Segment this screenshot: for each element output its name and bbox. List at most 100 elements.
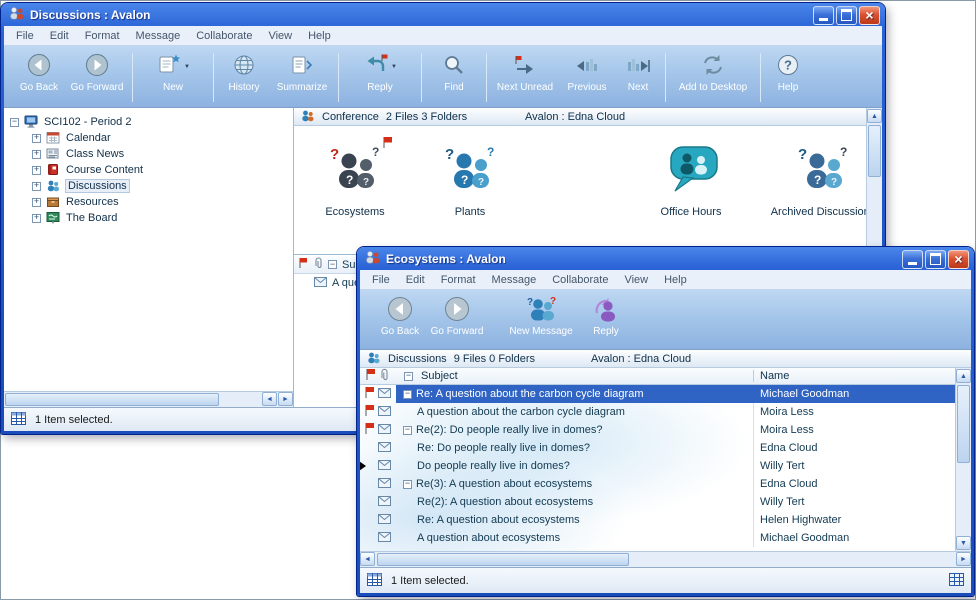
- expand-icon[interactable]: [32, 182, 41, 191]
- grid-view-icon[interactable]: [11, 412, 26, 428]
- titlebar[interactable]: Discussions : Avalon: [4, 3, 882, 26]
- tree-item-resources[interactable]: Resources: [4, 194, 293, 210]
- scroll-left-arrow[interactable]: ◄: [360, 552, 375, 566]
- scroll-right-arrow[interactable]: ►: [278, 392, 293, 406]
- menu-edit[interactable]: Edit: [398, 271, 433, 289]
- expand-icon[interactable]: [32, 214, 41, 223]
- scrollbar-thumb[interactable]: [5, 393, 219, 406]
- go-back-button[interactable]: Go Back: [12, 50, 66, 105]
- new-message-button[interactable]: ?? New Message: [502, 294, 580, 347]
- name-column-header[interactable]: Name: [753, 370, 955, 382]
- conference-item-plants[interactable]: ???? Plants: [418, 144, 522, 218]
- menu-format[interactable]: Format: [77, 27, 128, 45]
- list-vertical-scrollbar[interactable]: ▲ ▼: [955, 368, 971, 551]
- message-row[interactable]: A question about ecosystems Michael Good…: [360, 529, 955, 547]
- collapse-thread-icon[interactable]: [403, 480, 412, 489]
- scrollbar-thumb[interactable]: [957, 385, 970, 463]
- close-button[interactable]: [859, 6, 880, 25]
- tree-horizontal-scrollbar[interactable]: ◄ ►: [4, 391, 293, 407]
- menu-view[interactable]: View: [260, 27, 300, 45]
- subject-column-header[interactable]: Subject: [421, 370, 458, 382]
- minimize-button[interactable]: [902, 250, 923, 269]
- history-button[interactable]: History: [218, 50, 270, 105]
- scroll-up-arrow[interactable]: ▲: [867, 109, 882, 123]
- message-icon: [378, 388, 391, 401]
- tree-item-discussions[interactable]: Discussions: [4, 178, 293, 194]
- tree-item-calendar[interactable]: Calendar: [4, 130, 293, 146]
- menu-help[interactable]: Help: [300, 27, 339, 45]
- conference-item-ecosystems[interactable]: ???? Ecosystems: [303, 144, 407, 218]
- scroll-right-arrow[interactable]: ►: [956, 552, 971, 566]
- conference-icon-area: ???? Ecosystems ???? Plants Office Hours…: [294, 126, 866, 254]
- menu-help[interactable]: Help: [656, 271, 695, 289]
- new-button[interactable]: New: [137, 50, 209, 105]
- layout-view-icon[interactable]: [949, 573, 964, 589]
- scroll-up-arrow[interactable]: ▲: [956, 369, 971, 383]
- message-author: Helen Highwater: [753, 511, 955, 529]
- collapse-all-icon[interactable]: [328, 260, 337, 269]
- summarize-button[interactable]: Summarize: [270, 50, 334, 105]
- conference-item-label: Plants: [418, 206, 522, 218]
- message-row[interactable]: Re(3): A question about ecosystems Edna …: [360, 475, 955, 493]
- previous-button[interactable]: Previous: [559, 50, 615, 105]
- message-author: Moira Less: [753, 403, 955, 421]
- menu-collaborate[interactable]: Collaborate: [188, 27, 260, 45]
- list-horizontal-scrollbar[interactable]: ◄ ►: [360, 551, 971, 567]
- svg-text:?: ?: [372, 145, 379, 159]
- collapse-thread-icon[interactable]: [403, 390, 412, 399]
- menu-edit[interactable]: Edit: [42, 27, 77, 45]
- tree-item-the-board[interactable]: The Board: [4, 210, 293, 226]
- conference-item-archived-discussions[interactable]: ???? Archived Discussions: [764, 144, 882, 218]
- titlebar[interactable]: Ecosystems : Avalon: [360, 247, 971, 270]
- scrollbar-thumb[interactable]: [377, 553, 629, 566]
- message-row[interactable]: Re(2): A question about ecosystems Willy…: [360, 493, 955, 511]
- message-row[interactable]: Re: A question about the carbon cycle di…: [360, 385, 955, 403]
- menu-file[interactable]: File: [8, 27, 42, 45]
- dropdown-arrow-icon[interactable]: [391, 60, 397, 71]
- collapse-icon[interactable]: [10, 118, 19, 127]
- help-button[interactable]: ? Help: [765, 50, 811, 105]
- menu-file[interactable]: File: [364, 271, 398, 289]
- message-row[interactable]: A question about the carbon cycle diagra…: [360, 403, 955, 421]
- message-author: Michael Goodman: [753, 385, 955, 403]
- scrollbar-thumb[interactable]: [868, 125, 881, 177]
- message-row[interactable]: Re: A question about ecosystems Helen Hi…: [360, 511, 955, 529]
- scroll-down-arrow[interactable]: ▼: [956, 536, 971, 550]
- go-back-button[interactable]: Go Back: [374, 294, 426, 347]
- grid-view-icon[interactable]: [367, 573, 382, 589]
- close-button[interactable]: [948, 250, 969, 269]
- add-to-desktop-button[interactable]: Add to Desktop: [670, 50, 756, 105]
- expand-icon[interactable]: [32, 134, 41, 143]
- maximize-button[interactable]: [836, 6, 857, 25]
- svg-text:?: ?: [487, 145, 494, 159]
- maximize-button[interactable]: [925, 250, 946, 269]
- tree-root-course[interactable]: SCI102 - Period 2: [4, 114, 293, 130]
- next-button[interactable]: Next: [615, 50, 661, 105]
- collapse-all-icon[interactable]: [404, 372, 413, 381]
- go-forward-button[interactable]: Go Forward: [426, 294, 488, 347]
- message-row[interactable]: Re(2): Do people really live in domes? M…: [360, 421, 955, 439]
- tree-item-class-news[interactable]: Class News: [4, 146, 293, 162]
- message-row[interactable]: Re: Do people really live in domes? Edna…: [360, 439, 955, 457]
- find-button[interactable]: Find: [426, 50, 482, 105]
- collapse-thread-icon[interactable]: [403, 426, 412, 435]
- minimize-button[interactable]: [813, 6, 834, 25]
- dropdown-arrow-icon[interactable]: [184, 60, 190, 71]
- go-forward-button[interactable]: Go Forward: [66, 50, 128, 105]
- menu-message[interactable]: Message: [128, 27, 189, 45]
- expand-icon[interactable]: [32, 198, 41, 207]
- message-subject: Re: A question about the carbon cycle di…: [416, 388, 643, 400]
- expand-icon[interactable]: [32, 150, 41, 159]
- message-row[interactable]: Do people really live in domes? Willy Te…: [360, 457, 955, 475]
- reply-button[interactable]: Reply: [343, 50, 417, 105]
- reply-button[interactable]: Reply: [580, 294, 632, 347]
- expand-icon[interactable]: [32, 166, 41, 175]
- menu-view[interactable]: View: [616, 271, 656, 289]
- conference-item-office-hours[interactable]: Office Hours: [636, 144, 746, 218]
- menu-format[interactable]: Format: [433, 271, 484, 289]
- scroll-left-arrow[interactable]: ◄: [262, 392, 277, 406]
- menu-message[interactable]: Message: [484, 271, 545, 289]
- menu-collaborate[interactable]: Collaborate: [544, 271, 616, 289]
- next-unread-button[interactable]: Next Unread: [491, 50, 559, 105]
- tree-item-course-content[interactable]: Course Content: [4, 162, 293, 178]
